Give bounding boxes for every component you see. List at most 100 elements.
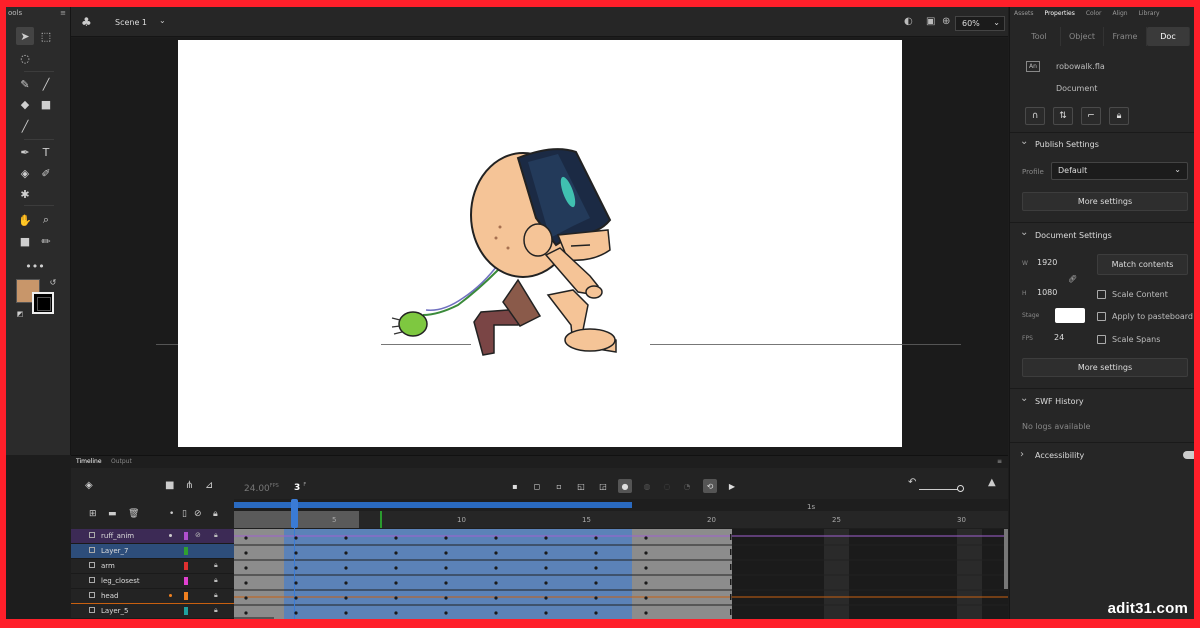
profile-select[interactable]: Default ⌄ bbox=[1051, 162, 1188, 180]
keyframe-dot[interactable] bbox=[644, 566, 648, 570]
layer-color[interactable] bbox=[184, 577, 188, 585]
keyframe-dot[interactable] bbox=[544, 551, 548, 555]
keyframe-dot[interactable] bbox=[394, 566, 398, 570]
keyframe-dot[interactable] bbox=[444, 551, 448, 555]
keyframe-dot[interactable] bbox=[594, 536, 598, 540]
keyframe-dot[interactable] bbox=[644, 596, 648, 600]
keyframe-dot[interactable] bbox=[494, 566, 498, 570]
keyframe-dot[interactable] bbox=[494, 596, 498, 600]
keyframe-dot[interactable] bbox=[594, 581, 598, 585]
sub-tab-tool[interactable]: Tool bbox=[1018, 27, 1061, 46]
layer-row[interactable]: leg_closest 🔒︎ bbox=[71, 574, 234, 589]
graph-icon[interactable]: ⊿ bbox=[205, 480, 213, 491]
keyframe-dot[interactable] bbox=[394, 581, 398, 585]
layer-name[interactable]: leg_closest bbox=[101, 577, 140, 585]
keyframe-dot[interactable] bbox=[244, 611, 248, 615]
lock-icon[interactable]: 🔒︎ bbox=[214, 531, 218, 540]
keyframe-dot[interactable] bbox=[294, 551, 298, 555]
lock-icon[interactable]: 🔒︎ bbox=[214, 591, 218, 600]
keyframe-dot[interactable] bbox=[344, 536, 348, 540]
layer-name[interactable]: Layer_5 bbox=[101, 607, 128, 615]
clip-content-icon[interactable]: ▣ bbox=[926, 16, 935, 27]
color-effect-icon[interactable]: ◐ bbox=[904, 16, 913, 27]
layer-color[interactable] bbox=[184, 562, 188, 570]
fit-mountain-icon[interactable]: ▲ bbox=[988, 477, 996, 488]
center-stage-icon[interactable]: ⊕ bbox=[942, 16, 950, 27]
tab-properties[interactable]: Properties bbox=[1045, 7, 1075, 21]
loop-icon[interactable]: ⟲ bbox=[703, 479, 717, 493]
stroke-color-swatch[interactable] bbox=[32, 292, 54, 314]
line-tool-icon[interactable]: ╱ bbox=[16, 117, 34, 135]
tab-output[interactable]: Output bbox=[111, 458, 132, 465]
hand-tool-icon[interactable]: ✋ bbox=[16, 211, 34, 229]
stage-color-swatch[interactable] bbox=[1055, 308, 1085, 323]
sub-tab-doc[interactable]: Doc bbox=[1147, 27, 1190, 46]
keyframe-dot[interactable] bbox=[494, 551, 498, 555]
onion-settings-icon[interactable]: ◔ bbox=[680, 479, 694, 493]
brush-tool-icon[interactable]: ╱ bbox=[37, 75, 55, 93]
layer-row[interactable]: Layer_5 🔒︎ bbox=[71, 604, 234, 619]
scale-spans-checkbox[interactable] bbox=[1097, 335, 1106, 344]
panel-menu-icon[interactable]: ≡ bbox=[997, 458, 1002, 465]
lock-icon[interactable]: 🔒︎ bbox=[214, 561, 218, 570]
snap-icon[interactable]: ∩ bbox=[1025, 107, 1045, 125]
scale-content-checkbox[interactable] bbox=[1097, 290, 1106, 299]
onion-skin-icon[interactable]: ● bbox=[618, 479, 632, 493]
selection-tool-icon[interactable]: ➤ bbox=[16, 27, 34, 45]
stage-area[interactable] bbox=[71, 38, 1008, 455]
match-contents-button[interactable]: Match contents bbox=[1097, 254, 1188, 275]
keyframe-dot[interactable] bbox=[344, 551, 348, 555]
lock-icon[interactable]: 🔒︎ bbox=[1109, 107, 1129, 125]
keyframe-dot[interactable] bbox=[444, 536, 448, 540]
document-settings-header[interactable]: Document Settings bbox=[1020, 227, 1112, 240]
playhead[interactable] bbox=[291, 499, 298, 528]
onion-outline-icon[interactable]: ◌ bbox=[660, 479, 674, 493]
sub-tab-frame[interactable]: Frame bbox=[1104, 27, 1147, 46]
swap-colors-icon[interactable]: ↺ bbox=[44, 273, 62, 291]
keyframe-dot[interactable] bbox=[444, 566, 448, 570]
hide-all-icon[interactable]: ⊘ bbox=[194, 509, 202, 519]
fps-display[interactable]: 24.00FPS bbox=[244, 483, 279, 494]
keyframe-dot[interactable] bbox=[244, 596, 248, 600]
pin-tool-icon[interactable]: ✱ bbox=[16, 185, 34, 203]
keyframe-dot[interactable] bbox=[394, 596, 398, 600]
keyframe-dot[interactable] bbox=[244, 566, 248, 570]
keyframe-dot[interactable] bbox=[344, 596, 348, 600]
layer-row[interactable]: arm 🔒︎ bbox=[71, 559, 234, 574]
keyframe-dot[interactable] bbox=[344, 611, 348, 615]
text-tool-icon[interactable]: T bbox=[37, 143, 55, 161]
keyframe-dot[interactable] bbox=[294, 611, 298, 615]
zoom-select[interactable]: 60% ⌄ bbox=[955, 16, 1005, 31]
keyframe-dot[interactable] bbox=[544, 536, 548, 540]
keyframe-dot[interactable] bbox=[594, 596, 598, 600]
keyframe-dot[interactable] bbox=[294, 566, 298, 570]
accessibility-header[interactable]: Accessibility bbox=[1020, 449, 1084, 460]
keyframe-dot[interactable] bbox=[644, 551, 648, 555]
frame-grid[interactable]: 5 10 15 20 25 30 1s bbox=[234, 499, 1008, 619]
keyframe-dot[interactable] bbox=[644, 611, 648, 615]
current-frame-display[interactable]: 3 F bbox=[294, 482, 306, 493]
accessibility-toggle[interactable] bbox=[1183, 451, 1194, 459]
panel-menu-icon[interactable]: ≡ bbox=[60, 9, 66, 17]
keyframe-dot[interactable] bbox=[644, 581, 648, 585]
tab-library[interactable]: Library bbox=[1139, 7, 1160, 21]
keyframe-dot[interactable] bbox=[294, 596, 298, 600]
rectangle-tool-icon[interactable]: ■ bbox=[37, 95, 55, 113]
layers-icon[interactable]: ◈ bbox=[85, 480, 93, 491]
layer-name[interactable]: Layer_7 bbox=[101, 547, 128, 555]
layer-color[interactable] bbox=[184, 607, 188, 615]
keyframe-dot[interactable] bbox=[344, 581, 348, 585]
keyframe-dot[interactable] bbox=[544, 611, 548, 615]
tab-align[interactable]: Align bbox=[1113, 7, 1128, 21]
parenting-icon[interactable]: ⋔ bbox=[185, 480, 193, 491]
lasso-tool-icon[interactable]: ◌ bbox=[16, 49, 34, 67]
keyframe-dot[interactable] bbox=[494, 581, 498, 585]
keyframe-dot[interactable] bbox=[444, 596, 448, 600]
keyframe-dot[interactable] bbox=[594, 551, 598, 555]
tab-timeline[interactable]: Timeline bbox=[76, 458, 102, 465]
lock-icon[interactable]: 🔒︎ bbox=[214, 576, 218, 585]
new-folder-icon[interactable]: ▬ bbox=[108, 509, 117, 519]
default-colors-icon[interactable]: ◩ bbox=[11, 305, 29, 323]
keyframe-dot[interactable] bbox=[594, 611, 598, 615]
layer-row[interactable]: head 🔒︎ bbox=[71, 589, 234, 604]
